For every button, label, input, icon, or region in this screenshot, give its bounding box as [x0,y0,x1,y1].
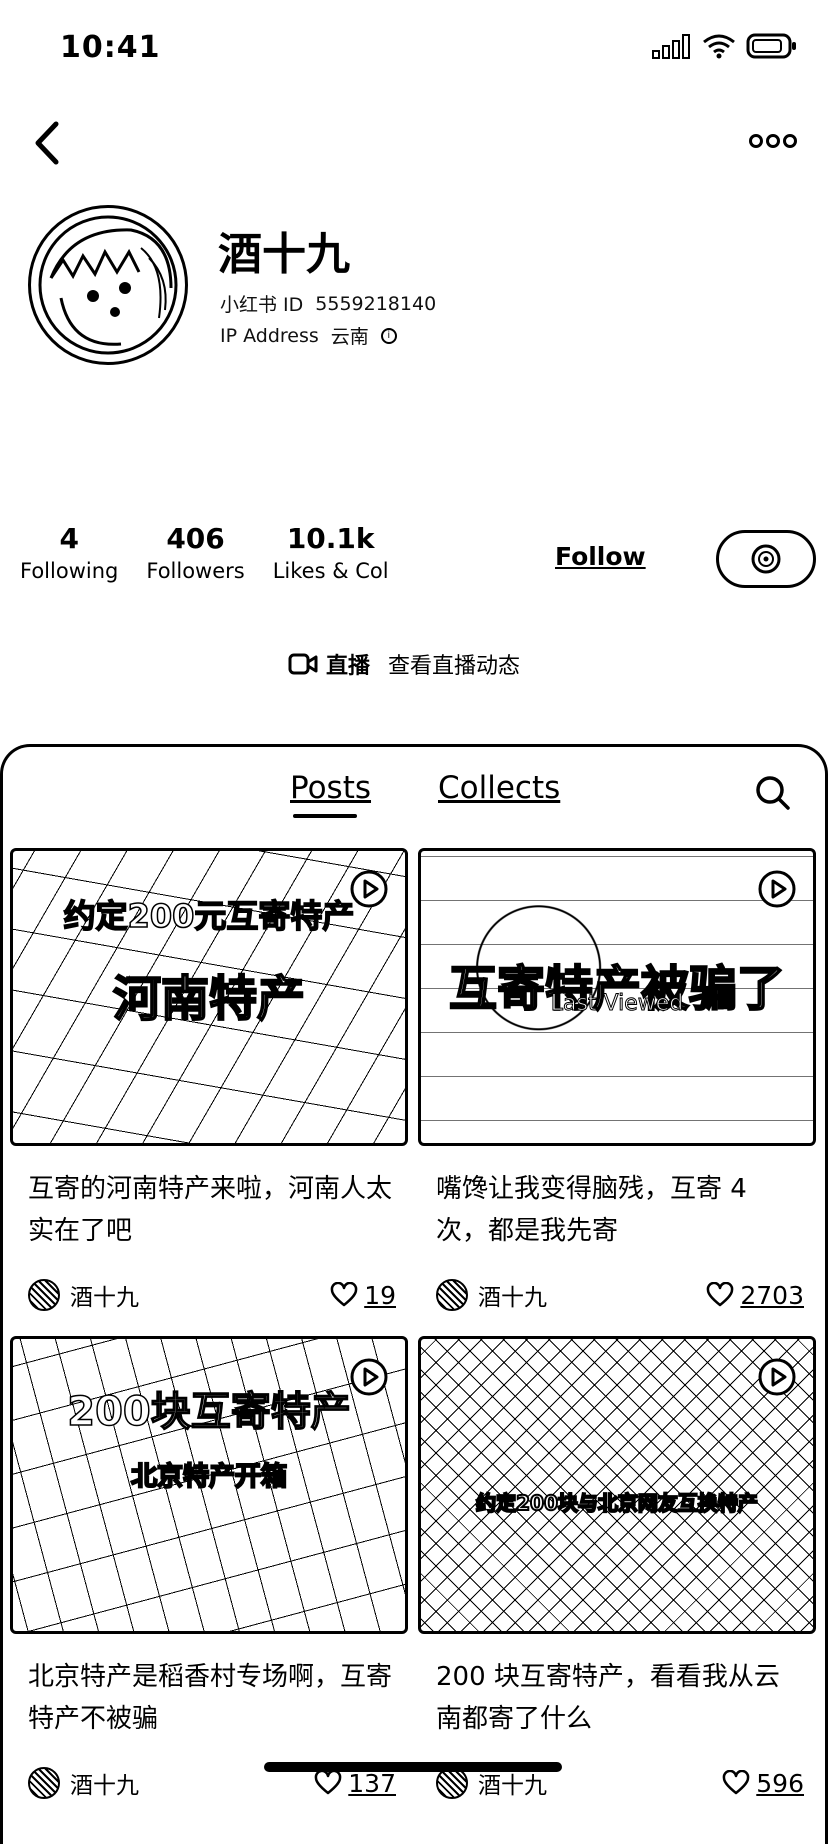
post-footer: 酒十九 19 [28,1278,396,1312]
live-row[interactable]: 直播 查看直播动态 [288,648,520,680]
home-indicator[interactable] [264,1762,562,1772]
post-title[interactable]: 嘴馋让我变得脑残，互寄 4 次，都是我先寄 [436,1168,800,1252]
author-name: 酒十九 [70,1773,139,1799]
post-thumbnail[interactable]: 约定200块与北京网友互换特产 [418,1336,816,1634]
author-avatar [28,1279,60,1311]
profile-ip-value: 云南 [330,326,369,348]
live-text: 查看直播动态 [388,654,521,679]
play-icon [350,870,388,908]
profile-name: 酒十九 [218,229,350,280]
post-card[interactable]: 200块互寄特产 北京特产开箱 北京特产是稻香村专场啊，互寄特产不被骗 酒十九 … [10,1336,408,1800]
post-title[interactable]: 200 块互寄特产，看看我从云南都寄了什么 [436,1656,800,1740]
chevron-left-icon [35,121,59,165]
more-button[interactable] [748,128,798,154]
stat-value: 10.1k [286,522,375,555]
post-card[interactable]: 约定200块与北京网友互换特产 200 块互寄特产，看看我从云南都寄了什么 酒十… [418,1336,816,1800]
thumbnail-caption: 约定200元互寄特产 [63,896,355,936]
thumbnail-overlay-text: 北京特产开箱 [130,1461,288,1493]
chat-bubble-icon [751,544,781,574]
last-viewed-badge: Last Viewed [550,991,684,1017]
like-button[interactable]: 2703 [706,1281,804,1310]
tab-posts[interactable]: Posts [290,770,371,806]
author-name: 酒十九 [478,1285,547,1311]
stat-following[interactable]: 4 Following [20,522,118,586]
live-camera-icon [288,653,318,675]
status-icons [652,32,798,60]
info-icon[interactable]: i [380,327,397,344]
back-button[interactable] [28,118,68,168]
message-button[interactable] [716,530,816,588]
profile-id-line: 小红书 ID 5559218140 [220,290,436,317]
content-tabs: Posts Collects [0,770,828,820]
battery-icon [746,33,796,59]
post-card[interactable]: 互寄特产被骗了 Last Viewed 嘴馋让我变得脑残，互寄 4 次，都是我先… [418,848,816,1312]
play-icon [350,1358,388,1396]
profile-id-label: 小红书 ID [220,294,304,316]
like-button[interactable]: 596 [722,1769,804,1798]
like-count: 19 [364,1280,396,1310]
thumbnail-overlay-text: 河南特产 [112,970,306,1028]
search-button[interactable] [754,774,792,812]
play-icon [758,1358,796,1396]
post-footer: 酒十九 2703 [436,1278,804,1312]
post-thumbnail[interactable]: 200块互寄特产 北京特产开箱 [10,1336,408,1634]
thumbnail-overlay-text: 约定200块与北京网友互换特产 [475,1490,759,1516]
signal-icon [652,34,690,59]
stat-value: 406 [166,522,225,555]
play-icon [758,870,796,908]
stat-value: 4 [59,522,79,555]
wifi-icon [703,34,735,59]
profile-id-value[interactable]: 5559218140 [315,293,436,315]
profile-ip-line: IP Address 云南 i [220,322,397,349]
heart-icon [330,1282,358,1307]
more-dots-icon [749,134,797,148]
stat-followers[interactable]: 406 Followers [146,522,244,586]
author-avatar [28,1767,60,1799]
profile-ip-label: IP Address [220,324,319,347]
search-icon [756,776,790,810]
post-thumbnail[interactable]: 约定200元互寄特产 河南特产 [10,848,408,1146]
post-card[interactable]: 约定200元互寄特产 河南特产 互寄的河南特产来啦，河南人太实在了吧 酒十九 1… [10,848,408,1312]
tab-collects[interactable]: Collects [438,770,560,806]
stat-likes-collects[interactable]: 10.1k Likes & Col [273,522,389,586]
heart-icon [723,1770,750,1795]
heart-icon [315,1770,342,1795]
like-button[interactable]: 19 [330,1281,396,1310]
live-label: 直播 [326,654,371,679]
thumbnail-caption: 200块互寄特产 [67,1388,352,1436]
avatar-illustration [38,215,178,355]
heart-icon [707,1282,734,1307]
avatar[interactable] [28,205,188,365]
profile-stats: 4 Following 406 Followers 10.1k Likes & … [20,522,417,586]
post-thumbnail[interactable]: 互寄特产被骗了 Last Viewed [418,848,816,1146]
like-count: 596 [756,1768,804,1798]
post-author[interactable]: 酒十九 [28,1278,139,1312]
like-count: 2703 [740,1280,804,1310]
follow-button[interactable]: Follow [555,542,646,571]
post-title[interactable]: 互寄的河南特产来啦，河南人太实在了吧 [28,1168,392,1252]
post-author[interactable]: 酒十九 [28,1766,139,1800]
post-author[interactable]: 酒十九 [436,1278,547,1312]
like-button[interactable]: 137 [314,1769,396,1798]
post-title[interactable]: 北京特产是稻香村专场啊，互寄特产不被骗 [28,1656,392,1740]
like-count: 137 [348,1768,396,1798]
author-name: 酒十九 [70,1285,139,1311]
author-avatar [436,1279,468,1311]
stat-label: Followers [146,559,245,583]
active-tab-indicator [293,814,357,818]
status-time: 10:41 [60,30,161,65]
stat-label: Following [20,559,119,583]
stat-label: Likes & Col [272,559,389,583]
